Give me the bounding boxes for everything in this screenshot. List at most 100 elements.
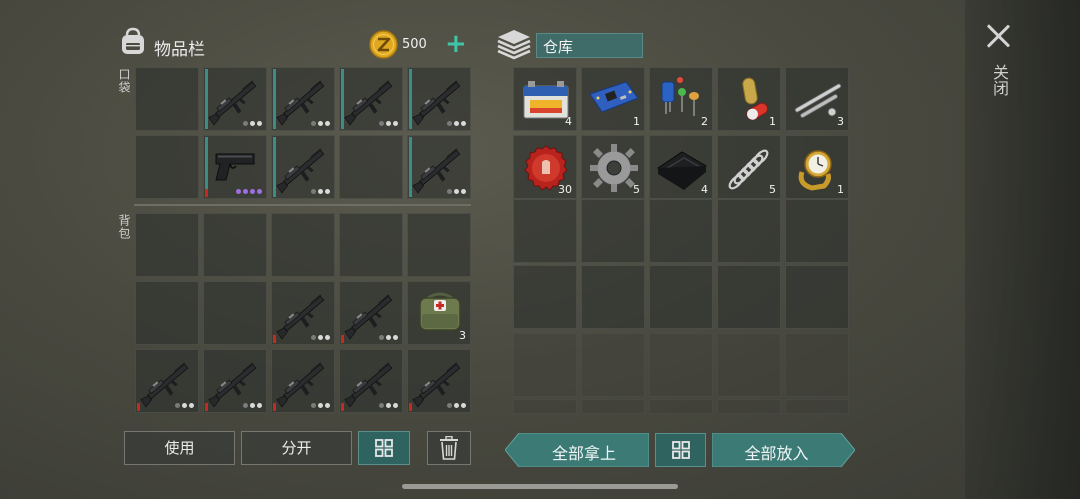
home-indicator[interactable]: [402, 484, 678, 489]
empty-slot[interactable]: [785, 399, 849, 414]
item-slot[interactable]: 4: [513, 67, 577, 131]
close-icon[interactable]: [984, 22, 1012, 50]
item-slot[interactable]: [271, 349, 335, 413]
item-slot[interactable]: 5: [581, 135, 645, 199]
upgrade-dots: [447, 121, 466, 126]
item-slot[interactable]: [203, 135, 267, 199]
backpack-icon: [122, 27, 144, 54]
empty-slot[interactable]: [581, 399, 645, 414]
item-slot[interactable]: [407, 135, 471, 199]
empty-slot[interactable]: [785, 265, 849, 329]
empty-slot[interactable]: [513, 333, 577, 397]
item-slot[interactable]: 2: [649, 67, 713, 131]
item-slot[interactable]: 1: [717, 67, 781, 131]
warehouse-icon: [497, 30, 531, 60]
upgrade-dots: [236, 189, 262, 194]
empty-slot[interactable]: [717, 333, 781, 397]
item-slot[interactable]: [135, 349, 199, 413]
upgrade-dots: [243, 121, 262, 126]
upgrade-dots: [379, 335, 398, 340]
empty-slot[interactable]: [513, 399, 577, 414]
empty-slot[interactable]: [581, 199, 645, 263]
empty-slot[interactable]: [513, 265, 577, 329]
pocket-label: 口袋: [117, 68, 131, 94]
trash-icon: [440, 435, 458, 460]
grid-icon: [375, 439, 393, 457]
delete-button[interactable]: [427, 431, 471, 465]
item-slot[interactable]: [407, 349, 471, 413]
empty-slot[interactable]: [135, 281, 199, 345]
item-count: 1: [837, 183, 844, 196]
item-count: 1: [769, 115, 776, 128]
upgrade-dots: [447, 189, 466, 194]
item-slot[interactable]: 3: [785, 67, 849, 131]
empty-slot[interactable]: [581, 333, 645, 397]
split-button[interactable]: 分开: [241, 431, 352, 465]
item-slot[interactable]: [271, 67, 335, 131]
upgrade-dots: [379, 403, 398, 408]
warehouse-title[interactable]: 仓库: [536, 33, 643, 58]
item-count: 2: [701, 115, 708, 128]
item-slot[interactable]: 30: [513, 135, 577, 199]
coin-icon: [369, 30, 398, 59]
warehouse-sort-button[interactable]: [655, 433, 706, 467]
upgrade-dots: [311, 335, 330, 340]
upgrade-dots: [175, 403, 194, 408]
use-button[interactable]: 使用: [124, 431, 235, 465]
backpack-label: 背包: [117, 214, 131, 240]
empty-slot[interactable]: [649, 333, 713, 397]
item-slot[interactable]: [271, 135, 335, 199]
item-slot[interactable]: 1: [581, 67, 645, 131]
item-slot[interactable]: [407, 67, 471, 131]
empty-slot[interactable]: [339, 135, 403, 199]
empty-slot[interactable]: [407, 213, 471, 277]
put-all-label: 全部放入: [744, 444, 809, 463]
item-count: 3: [837, 115, 844, 128]
upgrade-dots: [311, 189, 330, 194]
item-slot[interactable]: [203, 67, 267, 131]
empty-slot[interactable]: [717, 199, 781, 263]
empty-slot[interactable]: [649, 265, 713, 329]
item-slot[interactable]: [339, 349, 403, 413]
empty-slot[interactable]: [271, 213, 335, 277]
upgrade-dots: [311, 121, 330, 126]
item-slot[interactable]: [271, 281, 335, 345]
empty-slot[interactable]: [581, 265, 645, 329]
item-slot[interactable]: [339, 281, 403, 345]
empty-slot[interactable]: [649, 399, 713, 414]
empty-slot[interactable]: [135, 67, 199, 131]
take-all-button[interactable]: 全部拿上: [505, 433, 649, 467]
upgrade-dots: [379, 121, 398, 126]
item-slot[interactable]: 5: [717, 135, 781, 199]
item-count: 30: [558, 183, 572, 196]
grid-icon: [671, 441, 690, 459]
item-slot[interactable]: [339, 67, 403, 131]
divider: [134, 204, 471, 206]
empty-slot[interactable]: [717, 399, 781, 414]
item-slot[interactable]: 3: [407, 281, 471, 345]
item-slot[interactable]: [203, 349, 267, 413]
empty-slot[interactable]: [203, 213, 267, 277]
take-all-label: 全部拿上: [551, 444, 616, 463]
item-slot[interactable]: 4: [649, 135, 713, 199]
empty-slot[interactable]: [135, 135, 199, 199]
item-slot[interactable]: 1: [785, 135, 849, 199]
empty-slot[interactable]: [649, 199, 713, 263]
put-all-button[interactable]: 全部放入: [712, 433, 855, 467]
empty-slot[interactable]: [785, 199, 849, 263]
empty-slot[interactable]: [339, 213, 403, 277]
empty-slot[interactable]: [203, 281, 267, 345]
item-count: 5: [633, 183, 640, 196]
upgrade-dots: [243, 403, 262, 408]
close-label[interactable]: 关闭: [988, 64, 1009, 96]
sort-grid-button[interactable]: [358, 431, 410, 465]
empty-slot[interactable]: [785, 333, 849, 397]
item-count: 1: [633, 115, 640, 128]
upgrade-dots: [311, 403, 330, 408]
empty-slot[interactable]: [513, 199, 577, 263]
item-count: 5: [769, 183, 776, 196]
coin-amount: 500: [402, 37, 427, 52]
empty-slot[interactable]: [717, 265, 781, 329]
empty-slot[interactable]: [135, 213, 199, 277]
add-coins-button[interactable]: +: [445, 31, 467, 57]
